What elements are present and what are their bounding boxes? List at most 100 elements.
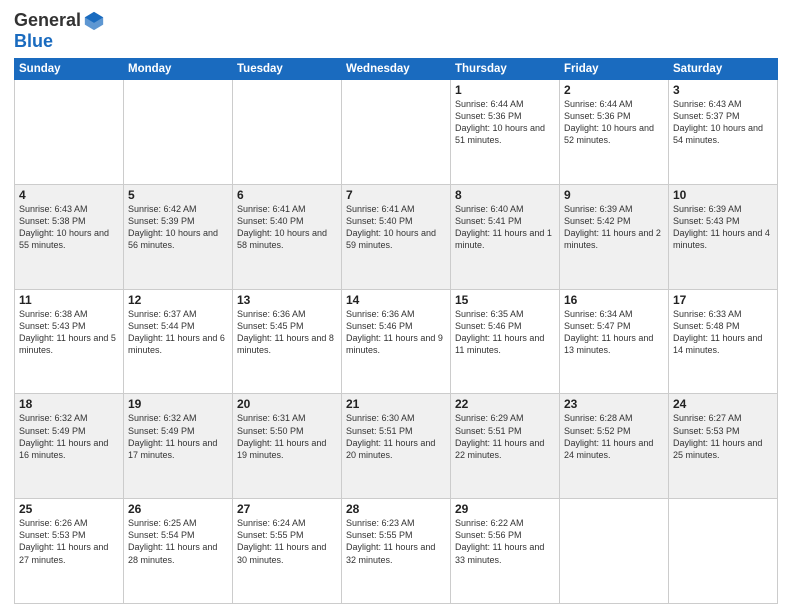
calendar-cell: 7Sunrise: 6:41 AM Sunset: 5:40 PM Daylig… bbox=[342, 184, 451, 289]
week-row-2: 11Sunrise: 6:38 AM Sunset: 5:43 PM Dayli… bbox=[15, 289, 778, 394]
day-number: 7 bbox=[346, 188, 446, 202]
header: General Blue bbox=[14, 10, 778, 52]
day-info: Sunrise: 6:32 AM Sunset: 5:49 PM Dayligh… bbox=[128, 412, 228, 461]
day-info: Sunrise: 6:39 AM Sunset: 5:43 PM Dayligh… bbox=[673, 203, 773, 252]
page: General Blue SundayMondayTuesdayWednesda… bbox=[0, 0, 792, 612]
day-info: Sunrise: 6:27 AM Sunset: 5:53 PM Dayligh… bbox=[673, 412, 773, 461]
calendar-cell: 11Sunrise: 6:38 AM Sunset: 5:43 PM Dayli… bbox=[15, 289, 124, 394]
day-info: Sunrise: 6:23 AM Sunset: 5:55 PM Dayligh… bbox=[346, 517, 446, 566]
calendar-cell: 23Sunrise: 6:28 AM Sunset: 5:52 PM Dayli… bbox=[560, 394, 669, 499]
weekday-header-friday: Friday bbox=[560, 59, 669, 80]
day-number: 19 bbox=[128, 397, 228, 411]
logo-icon bbox=[83, 10, 105, 32]
weekday-header-wednesday: Wednesday bbox=[342, 59, 451, 80]
day-number: 8 bbox=[455, 188, 555, 202]
day-info: Sunrise: 6:30 AM Sunset: 5:51 PM Dayligh… bbox=[346, 412, 446, 461]
calendar-cell: 5Sunrise: 6:42 AM Sunset: 5:39 PM Daylig… bbox=[124, 184, 233, 289]
calendar-cell: 26Sunrise: 6:25 AM Sunset: 5:54 PM Dayli… bbox=[124, 499, 233, 604]
day-number: 15 bbox=[455, 293, 555, 307]
calendar-cell: 8Sunrise: 6:40 AM Sunset: 5:41 PM Daylig… bbox=[451, 184, 560, 289]
day-info: Sunrise: 6:40 AM Sunset: 5:41 PM Dayligh… bbox=[455, 203, 555, 252]
calendar-cell: 17Sunrise: 6:33 AM Sunset: 5:48 PM Dayli… bbox=[669, 289, 778, 394]
calendar-cell: 13Sunrise: 6:36 AM Sunset: 5:45 PM Dayli… bbox=[233, 289, 342, 394]
day-number: 22 bbox=[455, 397, 555, 411]
day-info: Sunrise: 6:43 AM Sunset: 5:37 PM Dayligh… bbox=[673, 98, 773, 147]
calendar-cell: 19Sunrise: 6:32 AM Sunset: 5:49 PM Dayli… bbox=[124, 394, 233, 499]
day-number: 29 bbox=[455, 502, 555, 516]
day-info: Sunrise: 6:36 AM Sunset: 5:46 PM Dayligh… bbox=[346, 308, 446, 357]
calendar-cell bbox=[233, 80, 342, 185]
day-number: 6 bbox=[237, 188, 337, 202]
day-info: Sunrise: 6:26 AM Sunset: 5:53 PM Dayligh… bbox=[19, 517, 119, 566]
day-info: Sunrise: 6:22 AM Sunset: 5:56 PM Dayligh… bbox=[455, 517, 555, 566]
day-number: 16 bbox=[564, 293, 664, 307]
day-number: 24 bbox=[673, 397, 773, 411]
day-number: 5 bbox=[128, 188, 228, 202]
logo: General Blue bbox=[14, 10, 105, 52]
logo-general-text: General bbox=[14, 11, 81, 31]
day-number: 13 bbox=[237, 293, 337, 307]
day-info: Sunrise: 6:41 AM Sunset: 5:40 PM Dayligh… bbox=[346, 203, 446, 252]
weekday-header-saturday: Saturday bbox=[669, 59, 778, 80]
calendar-cell: 15Sunrise: 6:35 AM Sunset: 5:46 PM Dayli… bbox=[451, 289, 560, 394]
week-row-4: 25Sunrise: 6:26 AM Sunset: 5:53 PM Dayli… bbox=[15, 499, 778, 604]
day-info: Sunrise: 6:29 AM Sunset: 5:51 PM Dayligh… bbox=[455, 412, 555, 461]
day-number: 1 bbox=[455, 83, 555, 97]
calendar-cell: 6Sunrise: 6:41 AM Sunset: 5:40 PM Daylig… bbox=[233, 184, 342, 289]
day-info: Sunrise: 6:35 AM Sunset: 5:46 PM Dayligh… bbox=[455, 308, 555, 357]
day-number: 21 bbox=[346, 397, 446, 411]
day-info: Sunrise: 6:25 AM Sunset: 5:54 PM Dayligh… bbox=[128, 517, 228, 566]
day-info: Sunrise: 6:44 AM Sunset: 5:36 PM Dayligh… bbox=[564, 98, 664, 147]
day-info: Sunrise: 6:34 AM Sunset: 5:47 PM Dayligh… bbox=[564, 308, 664, 357]
calendar-cell: 9Sunrise: 6:39 AM Sunset: 5:42 PM Daylig… bbox=[560, 184, 669, 289]
day-info: Sunrise: 6:28 AM Sunset: 5:52 PM Dayligh… bbox=[564, 412, 664, 461]
day-number: 10 bbox=[673, 188, 773, 202]
calendar-cell: 24Sunrise: 6:27 AM Sunset: 5:53 PM Dayli… bbox=[669, 394, 778, 499]
day-number: 14 bbox=[346, 293, 446, 307]
day-number: 26 bbox=[128, 502, 228, 516]
day-number: 25 bbox=[19, 502, 119, 516]
day-info: Sunrise: 6:32 AM Sunset: 5:49 PM Dayligh… bbox=[19, 412, 119, 461]
day-info: Sunrise: 6:39 AM Sunset: 5:42 PM Dayligh… bbox=[564, 203, 664, 252]
calendar-cell: 28Sunrise: 6:23 AM Sunset: 5:55 PM Dayli… bbox=[342, 499, 451, 604]
calendar-cell: 16Sunrise: 6:34 AM Sunset: 5:47 PM Dayli… bbox=[560, 289, 669, 394]
weekday-header-thursday: Thursday bbox=[451, 59, 560, 80]
day-info: Sunrise: 6:41 AM Sunset: 5:40 PM Dayligh… bbox=[237, 203, 337, 252]
calendar-cell bbox=[560, 499, 669, 604]
week-row-3: 18Sunrise: 6:32 AM Sunset: 5:49 PM Dayli… bbox=[15, 394, 778, 499]
calendar-cell: 18Sunrise: 6:32 AM Sunset: 5:49 PM Dayli… bbox=[15, 394, 124, 499]
calendar-cell bbox=[342, 80, 451, 185]
weekday-header-row: SundayMondayTuesdayWednesdayThursdayFrid… bbox=[15, 59, 778, 80]
week-row-0: 1Sunrise: 6:44 AM Sunset: 5:36 PM Daylig… bbox=[15, 80, 778, 185]
day-info: Sunrise: 6:43 AM Sunset: 5:38 PM Dayligh… bbox=[19, 203, 119, 252]
day-number: 2 bbox=[564, 83, 664, 97]
day-info: Sunrise: 6:44 AM Sunset: 5:36 PM Dayligh… bbox=[455, 98, 555, 147]
day-number: 28 bbox=[346, 502, 446, 516]
day-number: 11 bbox=[19, 293, 119, 307]
calendar-cell: 27Sunrise: 6:24 AM Sunset: 5:55 PM Dayli… bbox=[233, 499, 342, 604]
day-info: Sunrise: 6:24 AM Sunset: 5:55 PM Dayligh… bbox=[237, 517, 337, 566]
day-number: 4 bbox=[19, 188, 119, 202]
day-info: Sunrise: 6:31 AM Sunset: 5:50 PM Dayligh… bbox=[237, 412, 337, 461]
calendar-cell: 21Sunrise: 6:30 AM Sunset: 5:51 PM Dayli… bbox=[342, 394, 451, 499]
calendar-cell bbox=[15, 80, 124, 185]
day-number: 9 bbox=[564, 188, 664, 202]
weekday-header-monday: Monday bbox=[124, 59, 233, 80]
day-number: 23 bbox=[564, 397, 664, 411]
day-info: Sunrise: 6:37 AM Sunset: 5:44 PM Dayligh… bbox=[128, 308, 228, 357]
calendar-cell: 14Sunrise: 6:36 AM Sunset: 5:46 PM Dayli… bbox=[342, 289, 451, 394]
logo-blue-text: Blue bbox=[14, 31, 53, 51]
day-info: Sunrise: 6:42 AM Sunset: 5:39 PM Dayligh… bbox=[128, 203, 228, 252]
day-number: 17 bbox=[673, 293, 773, 307]
weekday-header-sunday: Sunday bbox=[15, 59, 124, 80]
calendar-cell bbox=[669, 499, 778, 604]
day-info: Sunrise: 6:38 AM Sunset: 5:43 PM Dayligh… bbox=[19, 308, 119, 357]
day-info: Sunrise: 6:36 AM Sunset: 5:45 PM Dayligh… bbox=[237, 308, 337, 357]
weekday-header-tuesday: Tuesday bbox=[233, 59, 342, 80]
day-number: 12 bbox=[128, 293, 228, 307]
day-number: 20 bbox=[237, 397, 337, 411]
day-number: 3 bbox=[673, 83, 773, 97]
week-row-1: 4Sunrise: 6:43 AM Sunset: 5:38 PM Daylig… bbox=[15, 184, 778, 289]
calendar-cell: 3Sunrise: 6:43 AM Sunset: 5:37 PM Daylig… bbox=[669, 80, 778, 185]
calendar-cell: 22Sunrise: 6:29 AM Sunset: 5:51 PM Dayli… bbox=[451, 394, 560, 499]
